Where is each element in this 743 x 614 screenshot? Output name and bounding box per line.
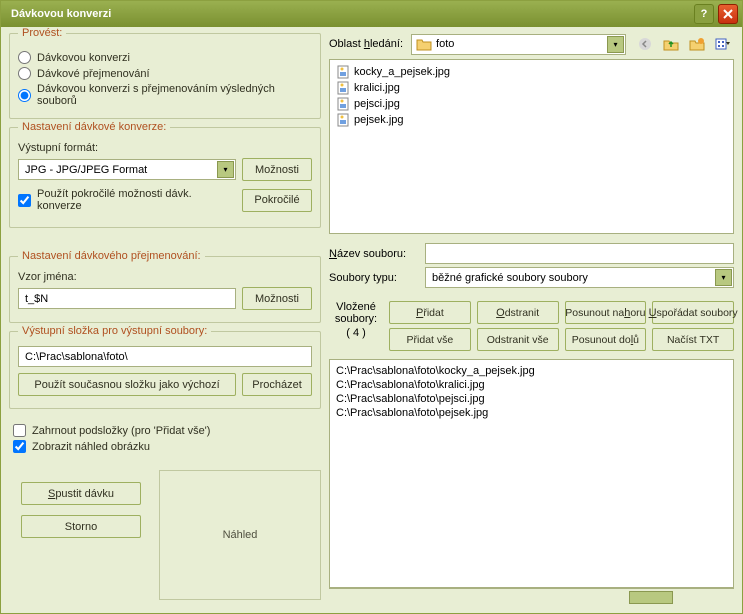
format-options-button[interactable]: Možnosti	[242, 158, 312, 181]
prejmenovani-legend: Nastavení dávkového přejmenování:	[18, 250, 205, 262]
filetype-label: Soubory typu:	[329, 272, 419, 284]
show-preview-check[interactable]: Zobrazit náhled obrázku	[13, 440, 317, 453]
vystup-group: Výstupní složka pro výstupní soubory: Po…	[9, 331, 321, 409]
browse-button[interactable]: Procházet	[242, 373, 312, 396]
konverze-legend: Nastavení dávkové konverze:	[18, 121, 170, 133]
provest-group: Provést: Dávkovou konverzi Dávkové přejm…	[9, 33, 321, 119]
inserted-files-count: ( 4 )	[329, 327, 383, 339]
close-button[interactable]	[718, 4, 738, 24]
move-up-button[interactable]: Posunout nahoru	[565, 301, 647, 324]
radio-batch-convert[interactable]: Dávkovou konverzi	[18, 51, 312, 64]
radio-batch-rename[interactable]: Dávkové přejmenování	[18, 67, 312, 80]
format-label: Výstupní formát:	[18, 142, 98, 154]
file-item[interactable]: kocky_a_pejsek.jpg	[334, 64, 729, 80]
filename-label: Název souboru:	[329, 248, 419, 260]
back-icon[interactable]	[634, 33, 656, 55]
file-item[interactable]: kralici.jpg	[334, 80, 729, 96]
add-all-button[interactable]: Přidat vše	[389, 328, 471, 351]
prejmenovani-group: Nastavení dávkového přejmenování: Vzor j…	[9, 256, 321, 323]
batch-conversion-dialog: Dávkovou konverzi ? Provést: Dávkovou ko…	[0, 0, 743, 614]
konverze-group: Nastavení dávkové konverze: Výstupní for…	[9, 127, 321, 228]
chevron-down-icon: ▾	[607, 36, 624, 53]
add-button[interactable]: Přidat	[389, 301, 471, 324]
image-file-icon	[336, 81, 350, 95]
advanced-button[interactable]: Pokročilé	[242, 189, 312, 212]
new-folder-icon[interactable]	[686, 33, 708, 55]
search-area-label: Oblast hledání:	[329, 38, 403, 50]
move-down-button[interactable]: Posunout dolů	[565, 328, 647, 351]
list-item[interactable]: C:\Prac\sablona\foto\kralici.jpg	[334, 378, 729, 392]
vzor-label: Vzor jména:	[18, 271, 77, 283]
search-folder-combo[interactable]: foto ▾	[411, 34, 626, 55]
close-icon	[723, 9, 733, 19]
image-file-icon	[336, 65, 350, 79]
list-item[interactable]: C:\Prac\sablona\foto\kocky_a_pejsek.jpg	[334, 364, 729, 378]
list-item[interactable]: C:\Prac\sablona\foto\pejsci.jpg	[334, 392, 729, 406]
folder-icon	[416, 37, 432, 51]
provest-legend: Provést:	[18, 27, 66, 39]
run-batch-button[interactable]: Spustit dávku	[21, 482, 141, 505]
help-button[interactable]: ?	[694, 4, 714, 24]
inserted-files-label: Vložené soubory:	[329, 301, 383, 325]
pattern-input[interactable]	[18, 288, 236, 309]
remove-all-button[interactable]: Odstranit vše	[477, 328, 559, 351]
image-file-icon	[336, 113, 350, 127]
use-current-folder-button[interactable]: Použít současnou složku jako výchozí	[18, 373, 236, 396]
include-subfolders-check[interactable]: Zahrnout podsložky (pro 'Přidat vše')	[13, 424, 317, 437]
radio-batch-convert-rename[interactable]: Dávkovou konverzi s přejmenováním výsled…	[18, 83, 312, 107]
chevron-down-icon: ▾	[217, 161, 234, 178]
up-folder-icon[interactable]	[660, 33, 682, 55]
vystup-legend: Výstupní složka pro výstupní soubory:	[18, 325, 211, 337]
file-item[interactable]: pejsek.jpg	[334, 112, 729, 128]
window-title: Dávkovou konverzi	[11, 8, 694, 20]
output-format-combo[interactable]: JPG - JPG/JPEG Format ▾	[18, 159, 236, 180]
preview-panel: Náhled	[159, 470, 321, 600]
list-item[interactable]: C:\Prac\sablona\foto\pejsek.jpg	[334, 406, 729, 420]
filename-input[interactable]	[425, 243, 734, 264]
chevron-down-icon: ▾	[715, 269, 732, 286]
use-advanced-check[interactable]: Použít pokročilé možnosti dávk. konverze	[18, 188, 236, 212]
file-browser-list[interactable]: kocky_a_pejsek.jpgkralici.jpgpejsci.jpgp…	[329, 59, 734, 234]
added-files-list[interactable]: C:\Prac\sablona\foto\kocky_a_pejsek.jpgC…	[329, 359, 734, 588]
horizontal-scrollbar[interactable]	[329, 588, 734, 605]
sort-files-button[interactable]: Uspořádat soubory	[652, 301, 734, 324]
titlebar: Dávkovou konverzi ?	[1, 1, 742, 27]
cancel-button[interactable]: Storno	[21, 515, 141, 538]
view-menu-icon[interactable]	[712, 33, 734, 55]
preview-label: Náhled	[223, 529, 258, 541]
remove-button[interactable]: Odstranit	[477, 301, 559, 324]
file-item[interactable]: pejsci.jpg	[334, 96, 729, 112]
filetype-combo[interactable]: běžné grafické soubory soubory ▾	[425, 267, 734, 288]
image-file-icon	[336, 97, 350, 111]
load-txt-button[interactable]: Načíst TXT	[652, 328, 734, 351]
output-path-input[interactable]	[18, 346, 312, 367]
pattern-options-button[interactable]: Možnosti	[242, 287, 312, 310]
